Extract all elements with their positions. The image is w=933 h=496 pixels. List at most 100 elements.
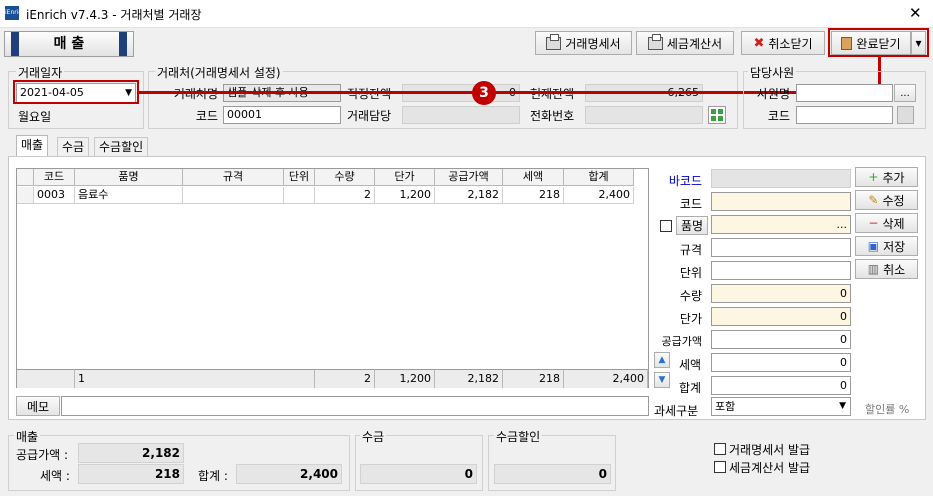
table-cell[interactable]: 2: [315, 187, 375, 204]
window-close-button[interactable]: ✕: [909, 4, 922, 22]
unit-label: 단위: [679, 266, 702, 280]
col-header-spec[interactable]: 규격: [183, 169, 284, 186]
step-badge: 3: [472, 81, 496, 105]
complete-close-dropdown[interactable]: ▾: [911, 31, 926, 55]
print-statement-button[interactable]: 거래명세서: [535, 31, 632, 55]
cancel-x-icon: ✖: [753, 35, 765, 51]
tax-label: 세액: [679, 358, 702, 372]
item-code-field[interactable]: [711, 192, 851, 211]
sum-supply-value: 2,182: [78, 443, 184, 463]
staff-group-label: 담당사원: [748, 64, 797, 81]
table-cell[interactable]: 음료수: [75, 187, 183, 204]
taxtype-select[interactable]: 포함 ▼: [711, 397, 851, 416]
sum-tax-label: 세액 :: [40, 469, 70, 483]
tab-collection-discount[interactable]: 수금할인: [94, 137, 149, 157]
trade-date-highlight: [13, 80, 139, 104]
col-header-code[interactable]: 코드: [34, 169, 75, 186]
col-header-qty[interactable]: 수량: [315, 169, 375, 186]
delete-icon: −: [868, 216, 879, 230]
supply-field[interactable]: 0: [711, 330, 851, 349]
memo-field[interactable]: [61, 396, 649, 416]
item-name-button[interactable]: 품명: [676, 216, 708, 235]
grid-row-header: [17, 169, 34, 186]
table-cell[interactable]: 218: [503, 187, 564, 204]
issue-statement-label: 거래명세서 발급: [729, 443, 811, 457]
items-grid[interactable]: 코드 품명 규격 단위 수량 단가 공급가액 세액 합계 0003 음료수 2 …: [16, 168, 649, 388]
client-code-field[interactable]: 00001: [223, 106, 341, 124]
edit-button[interactable]: ✎ 수정: [855, 190, 918, 210]
cancel-button[interactable]: ▥ 취소: [855, 259, 918, 279]
qty-field[interactable]: 0: [711, 284, 851, 303]
tab-collection[interactable]: 수금: [57, 137, 90, 157]
collection-value: 0: [360, 464, 477, 484]
row-selector[interactable]: [17, 187, 34, 204]
sum-supply-label: 공급가액 :: [16, 448, 69, 462]
edit-label: 수정: [882, 193, 905, 208]
staff-code-field[interactable]: [796, 106, 893, 124]
col-header-supply[interactable]: 공급가액: [435, 169, 503, 186]
item-name-field[interactable]: ...: [711, 215, 851, 234]
barcode-field[interactable]: [711, 169, 851, 188]
window-title: iEnrich v7.4.3 - 거래처별 거래장: [26, 8, 202, 22]
sales-summary-label: 매출: [14, 428, 41, 445]
app-logo-icon: iEnrich: [5, 6, 26, 20]
spec-field[interactable]: [711, 238, 851, 257]
col-header-item[interactable]: 품명: [75, 169, 183, 186]
col-header-total[interactable]: 합계: [564, 169, 634, 186]
taxtype-value: 포함: [715, 400, 736, 413]
delete-button[interactable]: − 삭제: [855, 213, 918, 233]
cancel-close-button[interactable]: ✖ 취소닫기: [741, 31, 825, 55]
delete-label: 삭제: [882, 216, 905, 231]
total-label: 합계: [679, 381, 702, 395]
unit-field[interactable]: [711, 261, 851, 280]
table-cell[interactable]: 2,400: [564, 187, 634, 204]
staff-clear-icon[interactable]: [897, 106, 914, 124]
cancel-icon: ▥: [867, 262, 880, 276]
add-icon: +: [868, 170, 879, 184]
col-header-price[interactable]: 단가: [375, 169, 435, 186]
grid-view-icon[interactable]: [708, 106, 726, 124]
complete-close-button[interactable]: 완료닫기: [831, 31, 911, 55]
chevron-down-icon[interactable]: ▼: [839, 398, 846, 415]
item-code-label: 코드: [679, 197, 702, 211]
arrow-down-icon[interactable]: ▼: [654, 372, 670, 388]
col-header-tax[interactable]: 세액: [503, 169, 564, 186]
table-cell[interactable]: 2,182: [435, 187, 503, 204]
phone-value: [585, 106, 703, 124]
mode-label: 매 출: [53, 36, 85, 52]
issue-statement-checkbox[interactable]: [714, 443, 726, 455]
qty-label: 수량: [679, 289, 702, 303]
staff-name-field[interactable]: [796, 84, 893, 102]
table-cell[interactable]: [183, 187, 284, 204]
arrow-up-icon[interactable]: ▲: [654, 352, 670, 368]
table-cell[interactable]: 1,200: [375, 187, 435, 204]
discount-rate-label: 할인률 %: [865, 403, 910, 416]
discount-group-label: 수금할인: [494, 428, 543, 445]
cancel-close-label: 취소닫기: [768, 36, 813, 51]
staff-code-label: 코드: [767, 109, 790, 123]
memo-button[interactable]: 메모: [16, 396, 60, 416]
staff-search-button[interactable]: ...: [894, 84, 916, 102]
footer-count: 1: [75, 369, 315, 388]
table-cell[interactable]: [284, 187, 315, 204]
tax-field[interactable]: 0: [711, 353, 851, 372]
door-icon: [841, 36, 853, 50]
print-tax-invoice-button[interactable]: 세금계산서: [636, 31, 734, 55]
total-field[interactable]: 0: [711, 376, 851, 395]
add-button[interactable]: + 추가: [855, 167, 918, 187]
client-code-label: 코드: [195, 109, 218, 123]
col-header-unit[interactable]: 단위: [284, 169, 315, 186]
mode-bar-left: [11, 32, 19, 56]
save-button[interactable]: ▣ 저장: [855, 236, 918, 256]
client-group-label: 거래처(거래명세서 설정): [155, 64, 283, 81]
tab-sales[interactable]: 매출: [16, 135, 49, 157]
staff-name-label: 사원명: [756, 87, 790, 101]
complete-close-label: 완료닫기: [856, 36, 901, 51]
trade-date-group-label: 거래일자: [16, 64, 65, 81]
printer-icon: [546, 33, 562, 50]
table-cell[interactable]: 0003: [34, 187, 75, 204]
supply-label: 공급가액: [661, 335, 702, 348]
price-field[interactable]: 0: [711, 307, 851, 326]
item-name-checkbox[interactable]: [660, 220, 672, 232]
issue-tax-invoice-checkbox[interactable]: [714, 461, 726, 473]
